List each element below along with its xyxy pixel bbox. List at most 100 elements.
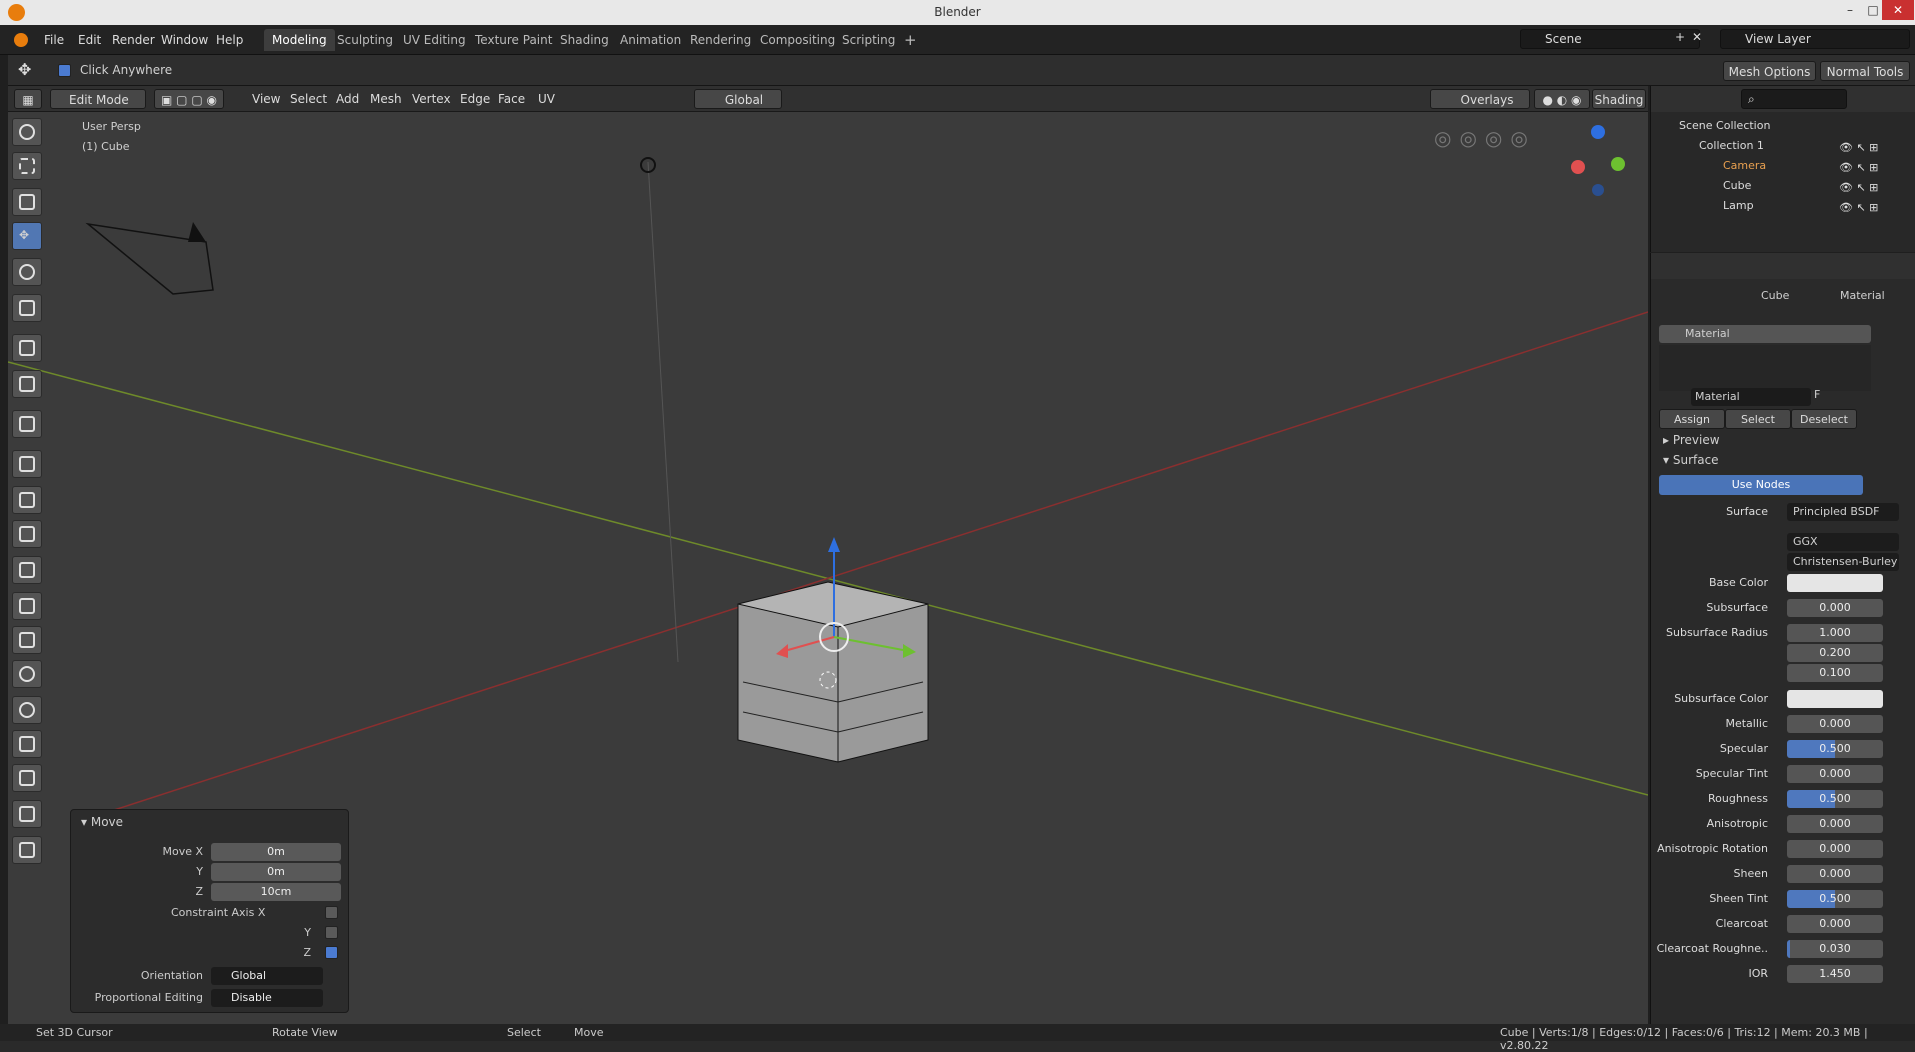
tab-modeling[interactable]: Modeling xyxy=(264,29,335,51)
tab-shading[interactable]: Shading xyxy=(552,29,617,51)
menu-file[interactable]: File xyxy=(44,33,64,47)
smooth-tool[interactable] xyxy=(12,696,42,724)
view-layer-selector[interactable]: View Layer xyxy=(1720,29,1910,49)
scene-selector[interactable]: Scene xyxy=(1520,29,1700,49)
menu-help[interactable]: Help xyxy=(216,33,243,47)
prop-value[interactable]: 0.000 xyxy=(1787,815,1883,833)
transform-tool[interactable] xyxy=(12,188,42,216)
spin-tool[interactable] xyxy=(12,660,42,688)
menu-edit[interactable]: Edit xyxy=(78,33,101,47)
prop-value[interactable]: 0.500 xyxy=(1787,790,1883,808)
prop-value[interactable]: 0.000 xyxy=(1787,599,1883,617)
cursor-tool[interactable] xyxy=(12,118,42,146)
normal-tools-button[interactable]: Normal Tools xyxy=(1820,61,1910,81)
tab-compositing[interactable]: Compositing xyxy=(752,29,843,51)
assign-button[interactable]: Assign xyxy=(1659,409,1725,429)
move-z-field[interactable]: 10cm xyxy=(211,883,341,901)
menu-face[interactable]: Face xyxy=(498,89,525,109)
menu-uv[interactable]: UV xyxy=(538,89,555,109)
add-workspace-icon[interactable]: + xyxy=(896,29,925,51)
material-slot[interactable]: Material xyxy=(1659,325,1871,343)
shading-modes[interactable]: ● ◐ ◉ xyxy=(1534,89,1590,109)
distribution-select[interactable]: GGX xyxy=(1787,533,1899,551)
constraint-x-checkbox[interactable] xyxy=(325,906,338,919)
prop-value[interactable]: 0.000 xyxy=(1787,865,1883,883)
select-box-tool[interactable] xyxy=(12,152,42,180)
click-anywhere-checkbox[interactable] xyxy=(58,64,71,77)
move-y-field[interactable]: 0m xyxy=(211,863,341,881)
poly-build-tool[interactable] xyxy=(12,626,42,654)
proportional-select[interactable]: Disable xyxy=(211,989,323,1007)
shear-tool[interactable] xyxy=(12,800,42,828)
inset-tool[interactable] xyxy=(12,486,42,514)
tab-scripting[interactable]: Scripting xyxy=(834,29,903,51)
fake-user-button[interactable]: F xyxy=(1814,388,1820,401)
prop-value[interactable]: 0.500 xyxy=(1787,740,1883,758)
scene-add-icon[interactable]: + xyxy=(1675,30,1685,44)
prop-value[interactable]: 0.000 xyxy=(1787,715,1883,733)
use-nodes-button[interactable]: Use Nodes xyxy=(1659,475,1863,495)
orientation-select[interactable]: Global xyxy=(211,967,323,985)
collapse-icon[interactable]: ▾ xyxy=(81,815,91,829)
collection-item[interactable]: Collection 1 xyxy=(1699,139,1764,152)
menu-window[interactable]: Window xyxy=(161,33,208,47)
menu-vertex[interactable]: Vertex xyxy=(412,89,451,109)
shrink-fatten-tool[interactable] xyxy=(12,764,42,792)
rotate-tool[interactable] xyxy=(12,258,42,286)
move-tool[interactable]: ✥ xyxy=(12,222,42,250)
scene-collection-item[interactable]: Scene Collection xyxy=(1679,119,1770,132)
menu-view[interactable]: View xyxy=(252,89,280,109)
transform-orientation[interactable]: Global xyxy=(694,89,782,109)
mesh-options-button[interactable]: Mesh Options xyxy=(1723,61,1816,81)
properties-tabs[interactable] xyxy=(1651,253,1915,279)
prop-value[interactable] xyxy=(1787,574,1883,592)
editor-type-icon[interactable]: ▦ xyxy=(14,89,42,109)
menu-mesh[interactable]: Mesh xyxy=(370,89,402,109)
prop-value[interactable] xyxy=(1787,690,1883,708)
scene-remove-icon[interactable]: ✕ xyxy=(1692,30,1702,44)
tab-uv-editing[interactable]: UV Editing xyxy=(395,29,474,51)
constraint-y-checkbox[interactable] xyxy=(325,926,338,939)
rip-tool[interactable] xyxy=(12,836,42,864)
menu-edge[interactable]: Edge xyxy=(460,89,490,109)
tab-texture-paint[interactable]: Texture Paint xyxy=(467,29,560,51)
material-name-field[interactable]: Material xyxy=(1691,388,1811,406)
move-x-field[interactable]: 0m xyxy=(211,843,341,861)
prop-value[interactable]: 0.100 xyxy=(1787,664,1883,682)
knife-tool[interactable] xyxy=(12,592,42,620)
prop-value[interactable]: 0.000 xyxy=(1787,915,1883,933)
prop-value[interactable]: 1.000 xyxy=(1787,624,1883,642)
lamp-item[interactable]: Lamp xyxy=(1723,199,1754,212)
shading-button[interactable]: Shading xyxy=(1592,89,1646,109)
edge-slide-tool[interactable] xyxy=(12,730,42,758)
prop-value[interactable]: 0.000 xyxy=(1787,765,1883,783)
scale-tool[interactable] xyxy=(12,294,42,322)
outliner-search-input[interactable]: ⌕ xyxy=(1741,89,1847,109)
annotate-tool[interactable] xyxy=(12,334,42,362)
loop-cut-tool[interactable] xyxy=(12,556,42,584)
tab-animation[interactable]: Animation xyxy=(612,29,689,51)
tab-sculpting[interactable]: Sculpting xyxy=(329,29,401,51)
subsurface-method-select[interactable]: Christensen-Burley xyxy=(1787,553,1899,571)
close-icon[interactable]: ✕ xyxy=(1882,0,1914,20)
prop-value[interactable]: 0.030 xyxy=(1787,940,1883,958)
blender-menu-icon[interactable] xyxy=(14,33,28,47)
visibility-icons[interactable]: 👁 ↖ ⊞ 👁 ↖ ⊞ 👁 ↖ ⊞ 👁 ↖ ⊞ xyxy=(1839,138,1878,218)
prop-value[interactable]: 0.000 xyxy=(1787,840,1883,858)
surface-shader-select[interactable]: Principled BSDF xyxy=(1787,503,1899,521)
select-mode-buttons[interactable]: ▣ ▢ ▢ ◉ xyxy=(154,89,224,109)
overlays-button[interactable]: Overlays xyxy=(1430,89,1530,109)
cube-item[interactable]: Cube xyxy=(1723,179,1751,192)
camera-item[interactable]: Camera xyxy=(1723,159,1766,172)
prop-value[interactable]: 0.200 xyxy=(1787,644,1883,662)
deselect-button[interactable]: Deselect xyxy=(1791,409,1857,429)
view-navigation-icons[interactable]: ◎◎◎◎ xyxy=(1434,126,1554,152)
select-button[interactable]: Select xyxy=(1725,409,1791,429)
add-cube-tool[interactable] xyxy=(12,410,42,438)
menu-render[interactable]: Render xyxy=(112,33,155,47)
prop-value[interactable]: 1.450 xyxy=(1787,965,1883,983)
tab-rendering[interactable]: Rendering xyxy=(682,29,759,51)
menu-add[interactable]: Add xyxy=(336,89,359,109)
bevel-tool[interactable] xyxy=(12,520,42,548)
measure-tool[interactable] xyxy=(12,370,42,398)
